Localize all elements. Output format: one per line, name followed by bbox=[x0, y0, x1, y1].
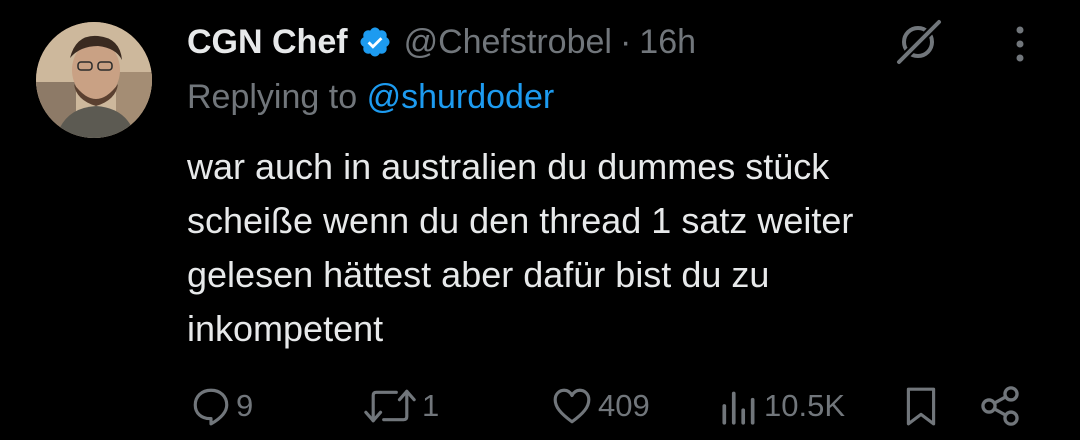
share-icon bbox=[981, 386, 1019, 426]
tweet-body-line: inkompetent bbox=[187, 308, 384, 349]
author-handle[interactable]: @Chefstrobel bbox=[404, 23, 612, 62]
reply-count: 9 bbox=[236, 388, 254, 423]
view-count: 10.5K bbox=[764, 388, 846, 423]
tweet-body-line: gelesen hättest aber dafür bist du zu bbox=[187, 254, 770, 295]
like-count: 409 bbox=[598, 388, 650, 423]
repost-icon bbox=[364, 389, 416, 423]
tweet-body-line: war auch in australien du dummes stück bbox=[187, 146, 830, 187]
reply-bubble-icon bbox=[193, 388, 229, 426]
header-separator: · bbox=[619, 22, 632, 61]
tweet-body: war auch in australien du dummes stück s… bbox=[187, 140, 1047, 356]
verified-badge-icon bbox=[358, 25, 392, 59]
reply-button[interactable]: 9 bbox=[190, 380, 253, 432]
replying-to-line: Replying to @shurdoder bbox=[187, 78, 554, 117]
author-display-name[interactable]: CGN Chef bbox=[187, 23, 348, 62]
repost-count: 1 bbox=[422, 388, 440, 423]
replying-to-mention[interactable]: @shurdoder bbox=[367, 78, 555, 116]
more-vertical-icon[interactable] bbox=[1004, 22, 1036, 66]
heart-icon bbox=[553, 388, 591, 424]
tweet-card[interactable]: CGN Chef @Chefstrobel · 16h Replying to … bbox=[0, 0, 1080, 440]
tweet-body-line: scheiße wenn du den thread 1 satz weiter bbox=[187, 200, 854, 241]
analytics-bars-icon bbox=[722, 391, 755, 425]
grok-slash-icon[interactable] bbox=[893, 18, 947, 66]
bookmark-icon bbox=[906, 387, 936, 426]
share-button[interactable] bbox=[978, 380, 1022, 432]
bookmark-button[interactable] bbox=[900, 380, 942, 432]
like-button[interactable]: 409 bbox=[550, 380, 650, 432]
views-button[interactable]: 10.5K bbox=[718, 380, 845, 432]
avatar[interactable] bbox=[36, 22, 152, 138]
action-bar: 9 1 409 10.5K bbox=[0, 380, 1080, 432]
avatar-photo bbox=[36, 22, 152, 138]
replying-to-label: Replying to bbox=[187, 78, 358, 116]
repost-button[interactable]: 1 bbox=[362, 380, 439, 432]
tweet-header: CGN Chef @Chefstrobel · 16h bbox=[187, 18, 696, 66]
tweet-timestamp[interactable]: 16h bbox=[639, 23, 696, 62]
